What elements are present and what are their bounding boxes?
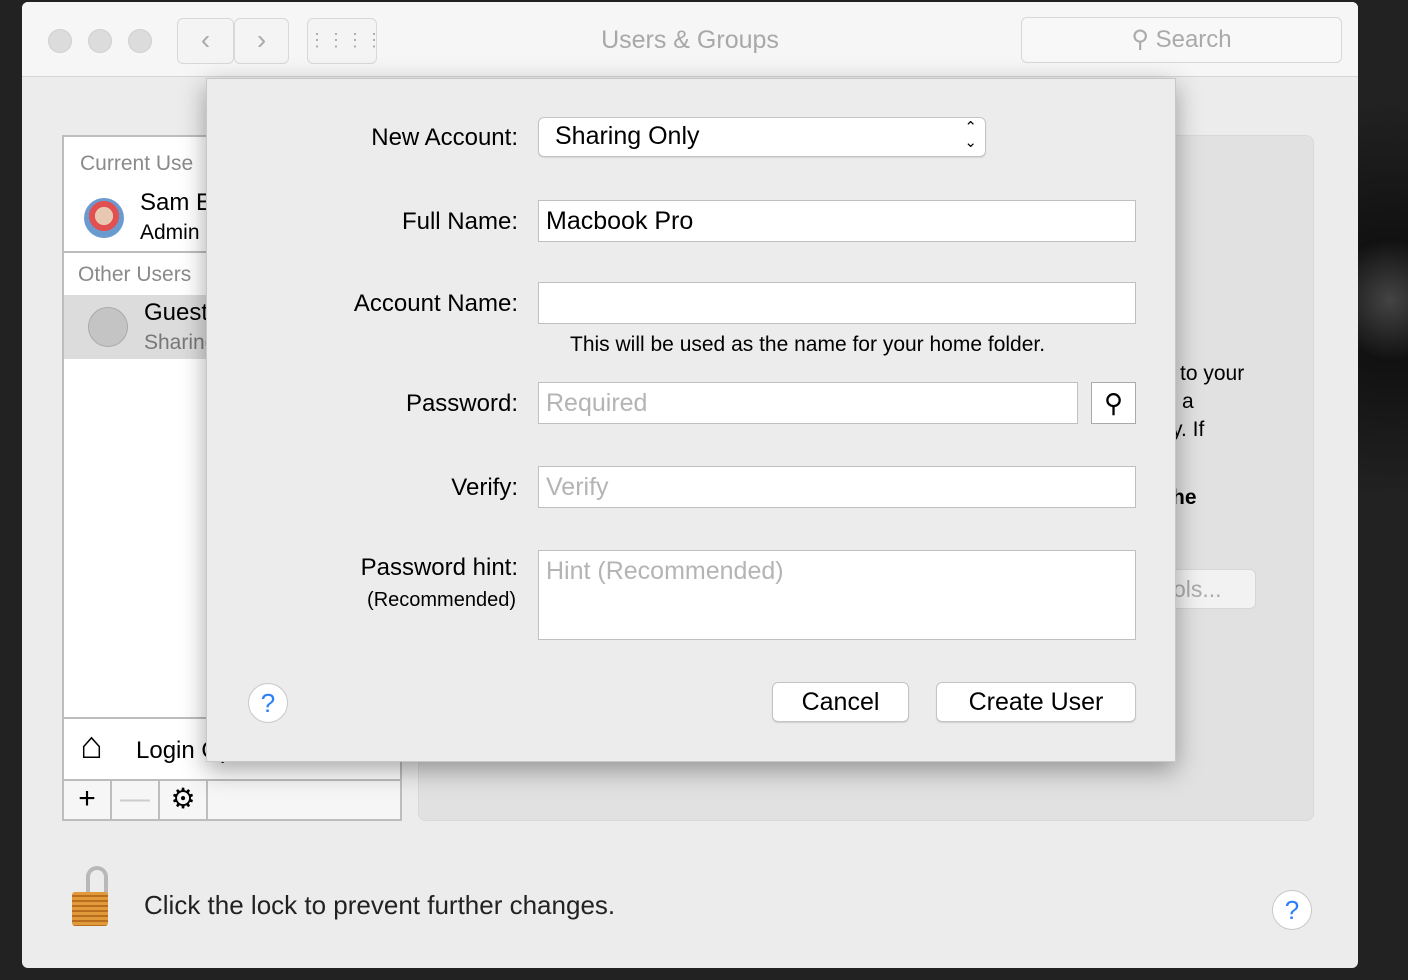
new-account-label: New Account: — [371, 124, 518, 151]
add-user-button[interactable]: + — [64, 781, 112, 819]
password-assistant-key-button[interactable]: ⚲ — [1091, 382, 1136, 424]
account-name-label: Account Name: — [353, 290, 518, 317]
new-account-sheet: New Account: Sharing Only ⌃ ⌄ Full Name: … — [206, 78, 1176, 762]
current-user-role: Admin — [140, 221, 200, 244]
password-hint-field[interactable]: Hint (Recommended) — [538, 550, 1136, 640]
user-silhouette-icon — [88, 307, 128, 347]
verify-label: Verify: — [451, 474, 518, 501]
other-users-header: Other Users — [78, 263, 192, 286]
verify-field[interactable]: Verify — [538, 466, 1136, 508]
account-name-hint: This will be used as the name for your h… — [570, 333, 1046, 356]
gear-icon[interactable]: ⚙ — [160, 781, 208, 819]
password-hint-label: Password hint: — [360, 554, 518, 581]
panel-text-line: to your — [1180, 362, 1245, 385]
cancel-button[interactable]: Cancel — [772, 682, 909, 722]
title-bar: ‹ › ⋮⋮⋮⋮ Users & Groups ⚲ Search — [22, 2, 1358, 77]
search-field[interactable]: ⚲ Search — [1021, 17, 1342, 63]
sheet-help-button[interactable]: ? — [248, 683, 288, 723]
panel-text-line: y. If — [1172, 418, 1205, 441]
account-type-value: Sharing Only — [555, 122, 700, 150]
account-name-field[interactable] — [538, 282, 1136, 324]
lock-message: Click the lock to prevent further change… — [144, 890, 616, 920]
panel-text-line: a — [1182, 390, 1194, 413]
current-user-name: Sam E — [140, 189, 213, 216]
house-icon: ⌂ — [80, 725, 103, 767]
full-name-label: Full Name: — [401, 208, 518, 235]
search-placeholder: Search — [1155, 26, 1232, 53]
lock-icon[interactable] — [72, 866, 112, 926]
full-name-field[interactable]: Macbook Pro — [538, 200, 1136, 242]
search-icon: ⚲ — [1131, 26, 1156, 53]
password-hint-sublabel: (Recommended) — [367, 589, 516, 611]
remove-user-button[interactable]: — — [112, 781, 160, 819]
help-button[interactable]: ? — [1272, 890, 1312, 930]
list-toolbar: + — ⚙ — [64, 779, 400, 819]
account-type-popup[interactable]: Sharing Only ⌃ ⌄ — [538, 117, 986, 157]
avatar — [84, 198, 124, 238]
current-users-header: Current Use — [80, 152, 194, 175]
password-label: Password: — [405, 390, 518, 417]
chevron-updown-icon: ⌃ ⌄ — [964, 119, 977, 151]
key-icon: ⚲ — [1103, 388, 1124, 418]
password-field[interactable]: Required — [538, 382, 1078, 424]
create-user-button[interactable]: Create User — [936, 682, 1136, 722]
